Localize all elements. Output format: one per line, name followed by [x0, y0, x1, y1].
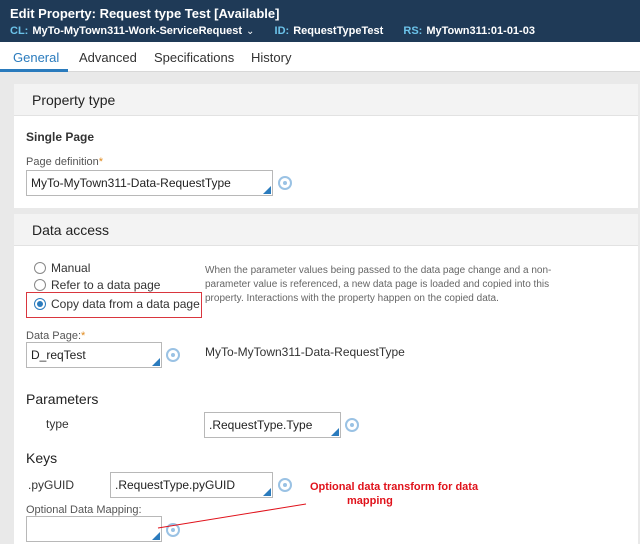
- data-page-class: MyTo-MyTown311-Data-RequestType: [205, 345, 405, 359]
- gear-icon[interactable]: [166, 523, 180, 537]
- gear-icon[interactable]: [278, 478, 292, 492]
- radio-icon: [34, 262, 46, 274]
- key-name: .pyGUID: [28, 478, 75, 492]
- data-page-input[interactable]: D_reqTest: [26, 342, 162, 368]
- gear-icon[interactable]: [345, 418, 359, 432]
- tab-advanced[interactable]: Advanced: [79, 50, 137, 65]
- required-icon: *: [81, 330, 86, 342]
- radio-refer-data-page[interactable]: Refer to a data page: [34, 278, 160, 292]
- tab-history[interactable]: History: [251, 50, 291, 65]
- autocomplete-corner-icon: [331, 428, 339, 436]
- property-mode: Single Page: [26, 130, 95, 144]
- tab-bar: General Advanced Specifications History: [0, 42, 640, 72]
- data-access-header: Data access: [14, 214, 638, 246]
- optional-mapping-input[interactable]: [26, 516, 162, 542]
- gear-icon[interactable]: [166, 348, 180, 362]
- window-title: Edit Property: Request type Test [Availa…: [10, 6, 280, 21]
- param-name: type: [46, 417, 69, 431]
- window-header: Edit Property: Request type Test [Availa…: [0, 0, 640, 42]
- property-type-panel: Property type Single Page Page definitio…: [14, 84, 638, 208]
- property-type-heading: Property type: [32, 92, 116, 108]
- autocomplete-corner-icon: [152, 532, 160, 540]
- data-access-note: When the parameter values being passed t…: [205, 265, 552, 304]
- radio-copy-data-page[interactable]: Copy data from a data page: [34, 297, 200, 311]
- id-label: ID:: [274, 25, 290, 37]
- cl-label: CL:: [10, 25, 29, 37]
- chevron-down-icon[interactable]: ⌄: [246, 26, 254, 37]
- parameters-heading: Parameters: [26, 391, 99, 407]
- annotation-text: Optional data transform for data mapping: [310, 480, 478, 508]
- tab-specifications[interactable]: Specifications: [154, 50, 234, 65]
- page-definition-input[interactable]: MyTo-MyTown311-Data-RequestType: [26, 170, 273, 196]
- data-access-heading: Data access: [32, 222, 110, 238]
- key-value-input[interactable]: .RequestType.pyGUID: [110, 472, 273, 498]
- page-definition-label: Page definition*: [26, 156, 104, 168]
- gear-icon[interactable]: [278, 176, 292, 190]
- rs-value[interactable]: MyTown311:01-01-03: [426, 25, 535, 37]
- rs-label: RS:: [403, 25, 423, 37]
- autocomplete-corner-icon: [263, 488, 271, 496]
- autocomplete-corner-icon: [152, 358, 160, 366]
- annotation-line-2: mapping: [347, 495, 393, 507]
- param-value-input[interactable]: .RequestType.Type: [204, 412, 341, 438]
- property-type-header: Property type: [14, 84, 638, 116]
- keys-heading: Keys: [26, 450, 58, 466]
- tab-general[interactable]: General: [13, 50, 59, 65]
- radio-manual[interactable]: Manual: [34, 261, 90, 275]
- cl-value[interactable]: MyTo-MyTown311-Work-ServiceRequest: [32, 25, 242, 37]
- id-value: RequestTypeTest: [293, 25, 384, 37]
- data-page-label: Data Page:*: [26, 330, 86, 342]
- radio-icon: [34, 279, 46, 291]
- radio-selected-icon: [34, 298, 46, 310]
- autocomplete-corner-icon: [263, 186, 271, 194]
- optional-mapping-label: Optional Data Mapping:: [26, 504, 142, 516]
- active-tab-indicator: [0, 69, 68, 72]
- required-icon: *: [98, 156, 104, 168]
- header-meta: CL: MyTo-MyTown311-Work-ServiceRequest ⌄ I…: [10, 25, 535, 37]
- annotation-line-1: Optional data transform for data: [310, 481, 479, 493]
